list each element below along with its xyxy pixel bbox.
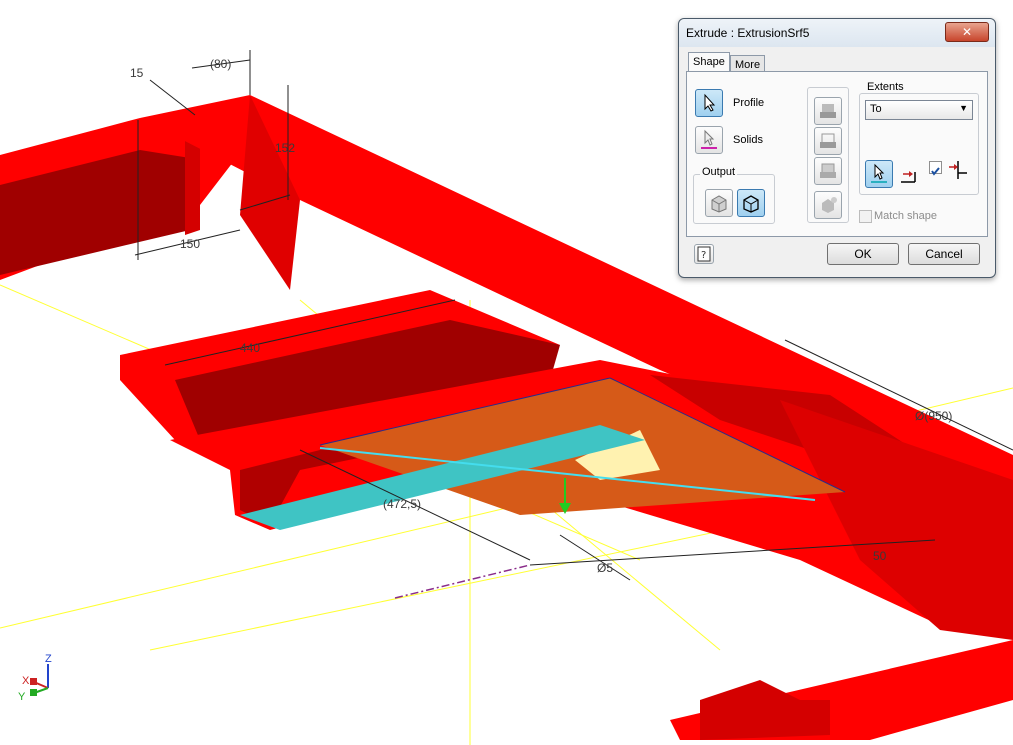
output-label: Output	[700, 166, 738, 178]
new-solid-icon	[822, 197, 837, 213]
help-icon: ?	[697, 246, 711, 262]
extents-dropdown[interactable]: To ▼	[865, 100, 973, 120]
solids-button[interactable]	[695, 126, 723, 154]
dim-152[interactable]: 152	[275, 141, 295, 155]
join-icon	[820, 104, 836, 118]
solids-label: Solids	[733, 134, 763, 146]
svg-text:?: ?	[701, 250, 706, 261]
extents-value: To	[870, 103, 882, 115]
match-shape-checkbox[interactable]	[859, 210, 872, 223]
profile-button[interactable]	[695, 89, 723, 117]
surface-box-icon	[743, 195, 759, 213]
profile-label: Profile	[733, 97, 765, 109]
dim-diameter-950[interactable]: Ø(950)	[915, 409, 952, 423]
cursor-arrow-icon	[871, 163, 887, 183]
extrude-dialog[interactable]: Extrude : ExtrusionSrf5 ✕ Shape More Pro…	[678, 18, 996, 278]
extend-face-checkbox[interactable]	[929, 161, 942, 176]
join-button[interactable]	[814, 97, 842, 125]
dim-15[interactable]: 15	[130, 66, 144, 80]
cursor-arrow-icon	[704, 93, 716, 112]
terminate-extension-icon[interactable]	[897, 164, 919, 186]
chevron-down-icon: ▼	[959, 103, 968, 113]
dim-440[interactable]: 440	[240, 341, 260, 355]
tab-shape[interactable]: Shape	[688, 52, 730, 73]
axis-y-label: Y	[18, 691, 26, 703]
output-surface-button[interactable]	[737, 189, 765, 217]
solids-select-icon	[701, 129, 717, 149]
help-button[interactable]: ?	[694, 244, 714, 264]
intersect-icon	[820, 163, 836, 178]
to-face-select-button[interactable]	[865, 160, 893, 188]
dim-50[interactable]: 50	[873, 549, 887, 563]
ok-button[interactable]: OK	[827, 243, 899, 265]
cut-icon	[820, 133, 836, 148]
close-icon: ✕	[961, 25, 973, 39]
cancel-button[interactable]: Cancel	[908, 243, 980, 265]
new-solid-button[interactable]	[814, 191, 842, 219]
match-shape-label: Match shape	[874, 210, 937, 222]
bottom-rails[interactable]	[670, 640, 1013, 740]
extents-label: Extents	[865, 81, 906, 93]
close-button[interactable]: ✕	[945, 22, 989, 42]
axis-centerline	[394, 564, 531, 599]
dialog-title: Extrude : ExtrusionSrf5	[686, 26, 810, 40]
solid-box-icon	[711, 195, 727, 213]
dialog-titlebar[interactable]: Extrude : ExtrusionSrf5 ✕	[679, 19, 995, 47]
extend-to-face-icon[interactable]	[947, 159, 969, 181]
check-icon	[931, 167, 940, 176]
dim-150[interactable]: 150	[180, 237, 200, 251]
axis-z-label: Z	[45, 653, 52, 665]
dim-diameter-5[interactable]: Ø5	[597, 561, 613, 575]
dim-472-5[interactable]: (472,5)	[383, 497, 421, 511]
output-solid-button[interactable]	[705, 189, 733, 217]
intersect-button[interactable]	[814, 157, 842, 185]
axis-triad: Z X Y	[18, 653, 52, 703]
dim-80[interactable]: (80)	[210, 57, 231, 71]
cut-button[interactable]	[814, 127, 842, 155]
axis-x-label: X	[22, 675, 30, 687]
